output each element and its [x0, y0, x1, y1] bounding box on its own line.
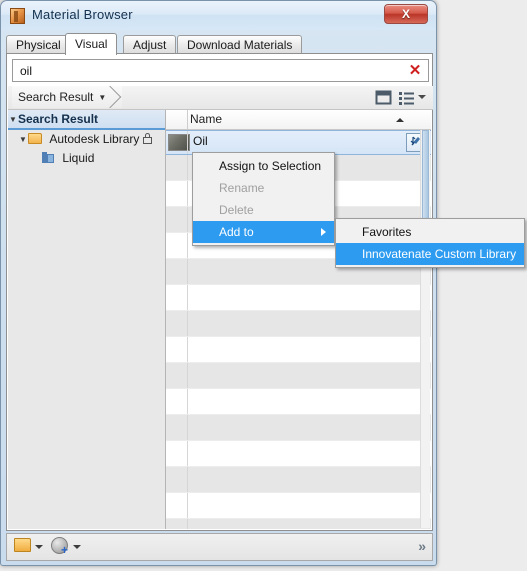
vertical-scrollbar[interactable]	[420, 130, 430, 528]
list-row[interactable]	[166, 519, 431, 529]
column-divider	[187, 155, 188, 180]
column-divider	[187, 441, 188, 466]
menu-item-assign-to-selection[interactable]: Assign to Selection	[193, 155, 334, 177]
material-browser-window: Material Browser X Physical Visual Adjus…	[0, 0, 437, 566]
list-view-icon[interactable]	[398, 89, 415, 106]
tab-download-materials[interactable]: Download Materials	[177, 35, 303, 54]
column-divider	[187, 311, 188, 336]
menu-item-rename: Rename	[219, 181, 265, 195]
title-bar[interactable]: Material Browser X	[1, 1, 436, 30]
list-row[interactable]	[166, 389, 431, 415]
breadcrumb-chevron-icon	[109, 86, 122, 108]
list-row[interactable]	[166, 467, 431, 493]
manage-libraries-icon[interactable]	[14, 538, 31, 552]
menu-item-label: Add to	[219, 225, 254, 239]
tree-header-label: Search Result	[18, 112, 99, 126]
tab-visual[interactable]: Visual	[65, 33, 118, 55]
column-divider	[187, 181, 188, 206]
panel-view-icon[interactable]	[375, 89, 392, 106]
library-tree: ▼Search Result ▼ Autodesk Library Liquid	[8, 110, 166, 529]
expand-panel-button[interactable]: »​	[418, 538, 426, 554]
plus-icon: +	[61, 543, 69, 557]
column-divider	[187, 493, 188, 518]
menu-item-add-to[interactable]: Add to	[193, 221, 334, 243]
tree-item-label: Autodesk Library	[49, 132, 140, 146]
manage-libraries-chevron-icon[interactable]	[35, 545, 43, 549]
list-row[interactable]	[166, 415, 431, 441]
list-row[interactable]	[166, 363, 431, 389]
list-row[interactable]	[166, 441, 431, 467]
tree-item-autodesk-library[interactable]: ▼ Autodesk Library	[8, 130, 165, 149]
column-divider	[187, 415, 188, 440]
breadcrumb-label: Search Result	[18, 90, 94, 104]
library-icon	[42, 152, 54, 163]
chevron-down-icon: ▼	[19, 135, 27, 145]
list-row[interactable]	[166, 337, 431, 363]
column-divider	[187, 131, 188, 154]
chevron-right-icon	[321, 228, 326, 236]
tab-bar: Physical Visual Adjust Download Material…	[6, 33, 433, 55]
tab-adjust[interactable]: Adjust	[123, 35, 177, 54]
column-divider	[187, 363, 188, 388]
browser-content: ✕ Search Result▼	[6, 53, 433, 531]
list-header: Name	[166, 110, 431, 130]
close-icon: X	[401, 7, 410, 21]
list-row[interactable]	[166, 493, 431, 519]
column-divider	[187, 259, 188, 284]
menu-item-innovatenate-custom-library[interactable]: Innovatenate Custom Library	[336, 243, 524, 265]
breadcrumb[interactable]: Search Result ▼	[12, 86, 123, 108]
search-input[interactable]	[18, 63, 402, 79]
breadcrumb-toolbar: Search Result ▼	[8, 86, 433, 110]
column-divider	[187, 337, 188, 362]
material-browser-icon	[10, 8, 25, 24]
sort-ascending-icon[interactable]	[396, 118, 404, 122]
tree-header-search-result[interactable]: ▼Search Result	[8, 110, 165, 130]
list-row[interactable]	[166, 311, 431, 337]
column-divider	[187, 389, 188, 414]
column-divider	[187, 285, 188, 310]
folder-icon	[28, 133, 42, 144]
column-divider	[187, 467, 188, 492]
tree-item-liquid[interactable]: Liquid	[8, 149, 165, 168]
material-name: Oil	[193, 134, 208, 148]
lock-icon	[142, 133, 152, 144]
scrollbar-thumb[interactable]	[422, 130, 429, 230]
bottom-toolbar: + »​	[6, 533, 433, 561]
column-divider	[187, 207, 188, 232]
chevron-down-icon: ▼	[98, 92, 107, 102]
column-header-name[interactable]: Name	[190, 110, 222, 129]
window-title: Material Browser	[32, 7, 133, 22]
menu-item-favorites[interactable]: Favorites	[336, 221, 524, 243]
menu-item-delete: Delete	[219, 203, 254, 217]
column-divider	[187, 233, 188, 258]
chevron-down-icon: ▼	[9, 114, 17, 124]
search-bar: ✕	[12, 59, 429, 82]
add-to-submenu: Favorites Innovatenate Custom Library	[335, 218, 525, 268]
context-menu: Assign to Selection Rename Delete Add to	[192, 152, 335, 246]
list-row[interactable]	[166, 285, 431, 311]
tab-physical[interactable]: Physical	[6, 35, 71, 54]
create-material-chevron-icon[interactable]	[73, 545, 81, 549]
clear-search-icon[interactable]: ✕	[407, 62, 423, 79]
tree-item-label: Liquid	[62, 151, 95, 165]
view-options-chevron-icon[interactable]	[418, 95, 426, 99]
column-divider	[187, 519, 188, 529]
column-divider	[187, 110, 188, 129]
close-button[interactable]: X	[384, 4, 428, 24]
